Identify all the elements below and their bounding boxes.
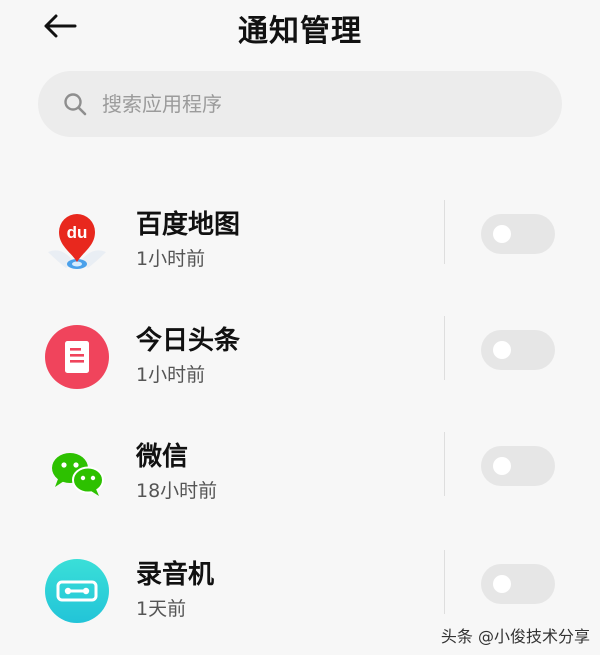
app-row-recorder[interactable]: 录音机 1天前 xyxy=(0,550,600,630)
divider xyxy=(444,316,445,380)
baidu-logo-text: du xyxy=(67,223,88,242)
wechat-icon xyxy=(44,440,110,506)
app-time: 1天前 xyxy=(136,598,187,620)
app-time: 1小时前 xyxy=(136,248,206,270)
search-bar[interactable] xyxy=(38,71,562,137)
app-time: 1小时前 xyxy=(136,364,206,386)
divider xyxy=(444,550,445,614)
notification-toggle[interactable] xyxy=(481,564,555,604)
toggle-knob xyxy=(493,457,511,475)
search-icon xyxy=(62,91,88,117)
app-time: 18小时前 xyxy=(136,480,218,502)
app-row-toutiao[interactable]: 今日头条 1小时前 xyxy=(0,316,600,396)
app-row-baidu-maps[interactable]: du 百度地图 1小时前 xyxy=(0,200,600,280)
page-title: 通知管理 xyxy=(238,14,362,49)
watermark: 头条 @小俊技术分享 xyxy=(440,627,590,646)
toggle-knob xyxy=(493,575,511,593)
divider xyxy=(444,200,445,264)
notification-management-screen: 通知管理 du 百度地图 1小时前 xyxy=(0,0,600,655)
toutiao-icon xyxy=(44,324,110,390)
baidu-maps-icon: du xyxy=(44,208,110,274)
app-name: 今日头条 xyxy=(136,326,241,356)
search-input[interactable] xyxy=(100,91,504,117)
app-name: 微信 xyxy=(136,442,189,472)
toggle-knob xyxy=(493,225,511,243)
notification-toggle[interactable] xyxy=(481,214,555,254)
divider xyxy=(444,432,445,496)
header: 通知管理 xyxy=(0,0,600,56)
app-name: 百度地图 xyxy=(136,210,241,240)
app-name: 录音机 xyxy=(136,560,215,590)
app-row-wechat[interactable]: 微信 18小时前 xyxy=(0,432,600,512)
toggle-knob xyxy=(493,341,511,359)
recorder-icon xyxy=(44,558,110,624)
notification-toggle[interactable] xyxy=(481,330,555,370)
notification-toggle[interactable] xyxy=(481,446,555,486)
